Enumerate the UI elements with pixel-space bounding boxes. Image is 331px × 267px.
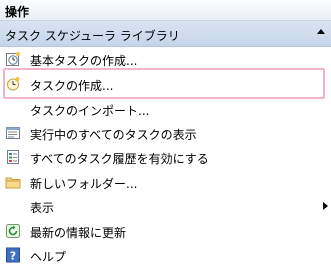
menu-item-label: 最新の情報に更新 [30, 226, 127, 240]
collapse-arrow-icon[interactable] [317, 29, 325, 34]
task-scheduler-library-section[interactable]: タスク スケジューラ ライブラリ [0, 21, 331, 47]
svg-text:?: ? [10, 250, 16, 263]
menu-item-create-task[interactable]: タスクの作成... [0, 72, 331, 96]
section-title: タスク スケジューラ ライブラリ [5, 29, 180, 43]
menu-item-view[interactable]: 表示 [0, 194, 331, 218]
actions-pane-title: 操作 [5, 5, 30, 19]
refresh-icon [6, 224, 20, 238]
help-icon: ? [6, 247, 20, 263]
menu-item-enable-all-tasks-history[interactable]: すべてのタスク履歴を有効にする [0, 145, 331, 169]
menu-item-label: 表示 [30, 201, 55, 215]
create-task-icon [7, 77, 20, 91]
menu-item-help[interactable]: ? ヘルプ [0, 243, 331, 267]
folder-icon [5, 177, 21, 189]
menu-item-new-folder[interactable]: 新しいフォルダー... [0, 170, 331, 194]
submenu-arrow-icon [323, 202, 328, 210]
menu-item-label: ヘルプ [30, 250, 67, 264]
actions-pane-header: 操作 [0, 0, 331, 21]
running-tasks-icon [6, 127, 20, 139]
menu-item-label: タスクの作成... [30, 79, 114, 93]
menu-item-refresh[interactable]: 最新の情報に更新 [0, 219, 331, 243]
menu-item-label: すべてのタスク履歴を有効にする [30, 152, 209, 166]
menu-item-display-running-tasks[interactable]: 実行中のすべてのタスクの表示 [0, 121, 331, 145]
history-icon [7, 150, 19, 164]
menu-item-import-task[interactable]: タスクのインポート... [0, 97, 331, 121]
menu-item-label: 基本タスクの作成... [30, 54, 138, 68]
menu-item-label: 実行中のすべてのタスクの表示 [30, 128, 197, 142]
basic-task-icon [6, 52, 20, 66]
menu-item-label: タスクのインポート... [30, 104, 150, 118]
menu-item-label: 新しいフォルダー... [30, 177, 138, 191]
